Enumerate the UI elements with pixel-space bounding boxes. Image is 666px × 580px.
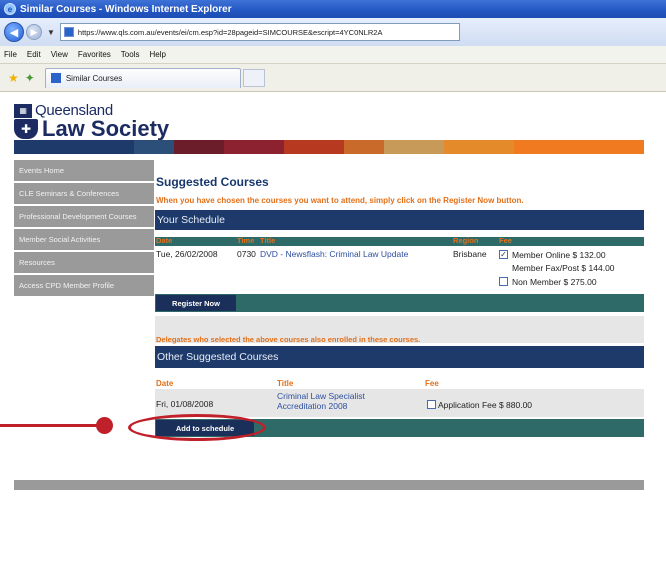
annotation-pointer-line [0, 424, 104, 427]
sidebar-item-member-social[interactable]: Member Social Activities [14, 229, 154, 252]
new-tab-button[interactable] [242, 68, 265, 87]
col-title: Title [260, 236, 276, 245]
fee-non-member-checkbox[interactable] [499, 277, 508, 286]
history-dropdown-icon[interactable]: ▼ [47, 28, 55, 37]
sidebar-item-cpd-profile[interactable]: Access CPD Member Profile [14, 275, 154, 298]
back-button[interactable]: ◀ [4, 22, 24, 42]
schedule-heading: Your Schedule [155, 210, 644, 230]
page-favicon-icon [63, 27, 74, 37]
other-courses-heading: Other Suggested Courses [155, 346, 644, 368]
fee-member-online-checkbox[interactable]: ✓ [499, 250, 508, 259]
page-title: Suggested Courses [156, 175, 269, 189]
address-bar[interactable]: https://www.qls.com.au/events/ei/cm.esp?… [59, 23, 460, 41]
schedule-course-link[interactable]: DVD - Newsflash: Criminal Law Update [260, 249, 408, 259]
forward-button[interactable]: ▶ [26, 24, 42, 40]
sidebar-item-cle-seminars[interactable]: CLE Seminars & Conferences [14, 183, 154, 206]
application-fee-label: Application Fee $ 880.00 [438, 400, 533, 410]
address-toolbar: ◀ ▶ ▼ https://www.qls.com.au/events/ei/c… [0, 18, 666, 46]
fee-member-fax-label: Member Fax/Post $ 144.00 [512, 263, 615, 273]
col-fee: Fee [499, 236, 512, 245]
application-fee-checkbox[interactable] [427, 400, 436, 409]
other-col-date: Date [156, 379, 174, 388]
sidebar-item-events-home[interactable]: Events Home [14, 160, 154, 183]
favorites-star-icon[interactable]: ★ [8, 71, 19, 85]
browser-tab[interactable]: Similar Courses [44, 67, 241, 88]
instruction-text: When you have chosen the courses you wan… [156, 196, 524, 205]
tab-title: Similar Courses [65, 73, 123, 83]
ie-logo-icon: e [4, 3, 16, 15]
schedule-header-row: Date Time Title Region Fee [155, 236, 644, 246]
annotation-pointer-dot [96, 417, 113, 434]
fee-member-online-label: Member Online $ 132.00 [512, 250, 606, 260]
other-col-title: Title [277, 379, 294, 388]
fee-non-member-label: Non Member $ 275.00 [512, 277, 597, 287]
sidebar-item-professional-development[interactable]: Professional Development Courses [14, 206, 154, 229]
address-url: https://www.qls.com.au/events/ei/cm.esp?… [77, 27, 383, 37]
other-col-fee: Fee [425, 379, 439, 388]
register-now-button[interactable]: Register Now [156, 295, 236, 311]
sidebar-nav: Events Home CLE Seminars & Conferences P… [14, 160, 154, 298]
favorites-bar: ★ ✦ Similar Courses [0, 64, 666, 92]
other-course-date: Fri, 01/08/2008 [156, 399, 214, 409]
window-title: Similar Courses - Windows Internet Explo… [20, 3, 232, 15]
schedule-time: 0730 [237, 249, 256, 259]
col-time: Time [237, 236, 255, 245]
other-course-link-line2[interactable]: Accreditation 2008 [277, 401, 347, 411]
other-course-link-line1[interactable]: Criminal Law Specialist [277, 391, 365, 401]
col-region: Region [453, 236, 479, 245]
logo-line2: Law Society [42, 116, 170, 141]
menu-file[interactable]: File [4, 50, 17, 59]
tab-favicon-icon [50, 73, 61, 83]
menu-edit[interactable]: Edit [27, 50, 41, 59]
menu-tools[interactable]: Tools [121, 50, 140, 59]
menu-favorites[interactable]: Favorites [78, 50, 111, 59]
menu-view[interactable]: View [51, 50, 68, 59]
schedule-region: Brisbane [453, 249, 487, 259]
schedule-date: Tue, 26/02/2008 [156, 249, 218, 259]
shield-icon: ✚ [14, 119, 38, 139]
add-favorites-icon[interactable]: ✦ [25, 71, 35, 85]
menu-bar: File Edit View Favorites Tools Help [0, 46, 666, 64]
other-courses-heading-label: Other Suggested Courses [157, 351, 279, 363]
qls-logo[interactable]: ▦ Queensland ✚ Law Society [14, 102, 169, 142]
footer-bar [14, 480, 644, 490]
annotation-highlight-ellipse [128, 414, 266, 441]
sidebar-item-resources[interactable]: Resources [14, 252, 154, 275]
menu-help[interactable]: Help [149, 50, 165, 59]
crest-icon: ▦ [14, 103, 32, 118]
col-date: Date [156, 236, 173, 245]
delegates-note: Delegates who selected the above courses… [156, 335, 421, 344]
decorative-color-strip [14, 140, 644, 154]
schedule-heading-label: Your Schedule [157, 214, 225, 226]
window-title-bar: e Similar Courses - Windows Internet Exp… [0, 0, 666, 18]
other-course-row [155, 389, 644, 417]
